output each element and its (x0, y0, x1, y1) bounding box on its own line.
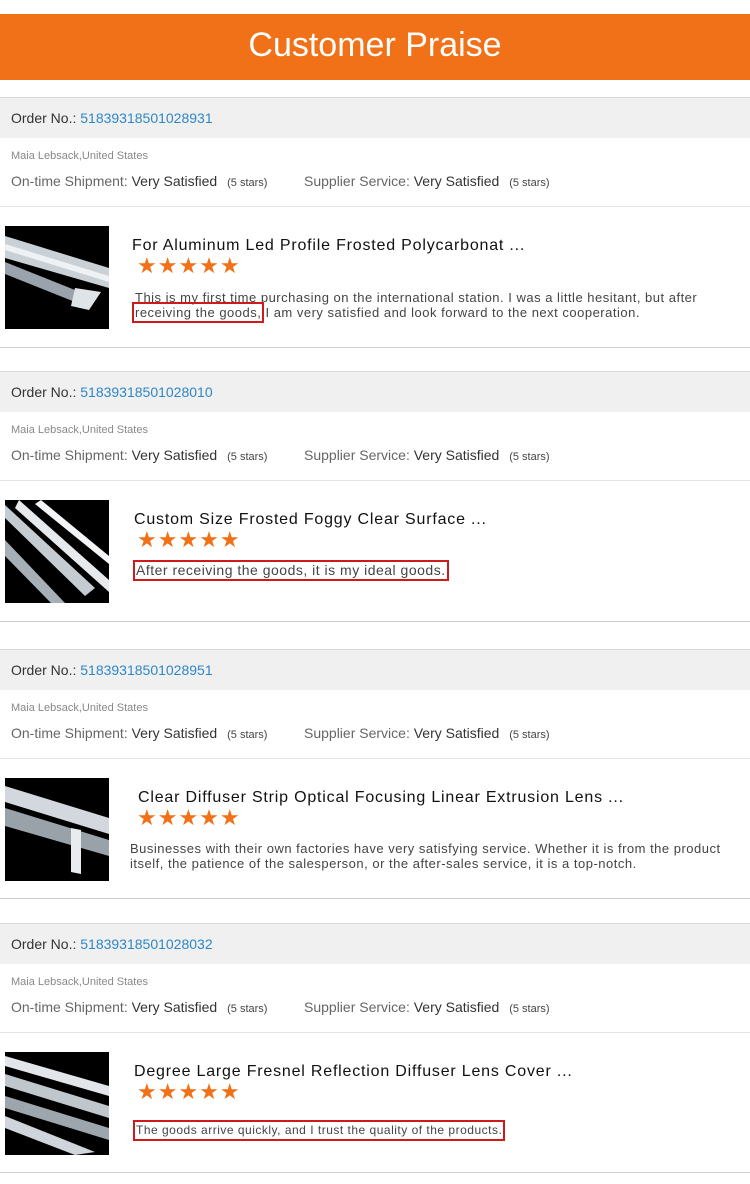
order-number-link[interactable]: 51839318501028010 (80, 384, 212, 400)
order-number-link[interactable]: 51839318501028931 (80, 110, 212, 126)
rating-stars: ★★★★★ (137, 527, 241, 552)
ontime-value: Very Satisfied (131, 725, 218, 741)
supplier-stars: (5 stars) (509, 1003, 550, 1015)
ontime-value: Very Satisfied (131, 447, 218, 463)
order-bar: Order No.: 51839318501028951 (0, 649, 750, 690)
product-image[interactable] (5, 500, 109, 603)
buyer-info: Maia Lebsack,United States (11, 424, 148, 436)
order-bar: Order No.: 51839318501028032 (0, 923, 750, 964)
ontime-stars: (5 stars) (227, 177, 268, 189)
supplier-label: Supplier Service: (304, 447, 410, 463)
card-bottom-border (0, 621, 750, 622)
highlighted-comment: receiving the goods, (131, 302, 265, 323)
supplier-label: Supplier Service: (304, 999, 410, 1015)
ontime-label: On-time Shipment: (11, 173, 128, 189)
ontime-value: Very Satisfied (131, 999, 218, 1015)
comment-text: This is my first time purchasing on the … (135, 290, 698, 305)
supplier-label: Supplier Service: (304, 173, 410, 189)
page-title: Customer Praise (248, 26, 502, 64)
ontime-stars: (5 stars) (227, 729, 268, 741)
rating-stars: ★★★★★ (137, 805, 241, 830)
supplier-value: Very Satisfied (413, 999, 500, 1015)
product-image[interactable] (5, 226, 109, 329)
divider (0, 758, 750, 759)
ratings-row: On-time Shipment: Very Satisfied (5 star… (11, 725, 550, 741)
ontime-label: On-time Shipment: (11, 447, 128, 463)
supplier-rating: Supplier Service: Very Satisfied (5 star… (304, 173, 550, 189)
supplier-stars: (5 stars) (509, 729, 550, 741)
supplier-value: Very Satisfied (413, 447, 500, 463)
supplier-value: Very Satisfied (413, 725, 500, 741)
review-comment: After receiving the goods, it is my idea… (133, 560, 449, 581)
divider (0, 480, 750, 481)
order-number-link[interactable]: 51839318501028951 (80, 662, 212, 678)
page-header: Customer Praise (0, 14, 750, 80)
product-image[interactable] (5, 778, 109, 881)
ratings-row: On-time Shipment: Very Satisfied (5 star… (11, 447, 550, 463)
order-label: Order No.: (11, 936, 77, 952)
ontime-value: Very Satisfied (131, 173, 218, 189)
divider (0, 206, 750, 207)
card-bottom-border (0, 1172, 750, 1173)
supplier-stars: (5 stars) (509, 177, 550, 189)
ratings-row: On-time Shipment: Very Satisfied (5 star… (11, 999, 550, 1015)
supplier-rating: Supplier Service: Very Satisfied (5 star… (304, 999, 550, 1015)
rating-stars: ★★★★★ (137, 253, 241, 278)
card-bottom-border (0, 347, 750, 348)
product-image[interactable] (5, 1052, 109, 1155)
review-comment: This is my first time purchasing on the … (131, 290, 740, 323)
divider (0, 1032, 750, 1033)
order-label: Order No.: (11, 662, 77, 678)
order-label: Order No.: (11, 110, 77, 126)
supplier-value: Very Satisfied (413, 173, 500, 189)
order-number-link[interactable]: 51839318501028032 (80, 936, 212, 952)
ontime-stars: (5 stars) (227, 1003, 268, 1015)
supplier-label: Supplier Service: (304, 725, 410, 741)
supplier-rating: Supplier Service: Very Satisfied (5 star… (304, 725, 550, 741)
order-label: Order No.: (11, 384, 77, 400)
buyer-info: Maia Lebsack,United States (11, 150, 148, 162)
supplier-rating: Supplier Service: Very Satisfied (5 star… (304, 447, 550, 463)
buyer-info: Maia Lebsack,United States (11, 702, 148, 714)
review-comment: The goods arrive quickly, and I trust th… (132, 1120, 506, 1141)
ontime-label: On-time Shipment: (11, 725, 128, 741)
rating-stars: ★★★★★ (137, 1079, 241, 1104)
ratings-row: On-time Shipment: Very Satisfied (5 star… (11, 173, 550, 189)
order-bar: Order No.: 51839318501028931 (0, 97, 750, 138)
supplier-stars: (5 stars) (509, 451, 550, 463)
card-bottom-border (0, 898, 750, 899)
order-bar: Order No.: 51839318501028010 (0, 371, 750, 412)
ontime-stars: (5 stars) (227, 451, 268, 463)
buyer-info: Maia Lebsack,United States (11, 976, 148, 988)
comment-text-end: I am very satisfied and look forward to … (261, 305, 640, 320)
ontime-label: On-time Shipment: (11, 999, 128, 1015)
review-comment: Businesses with their own factories have… (130, 841, 721, 871)
